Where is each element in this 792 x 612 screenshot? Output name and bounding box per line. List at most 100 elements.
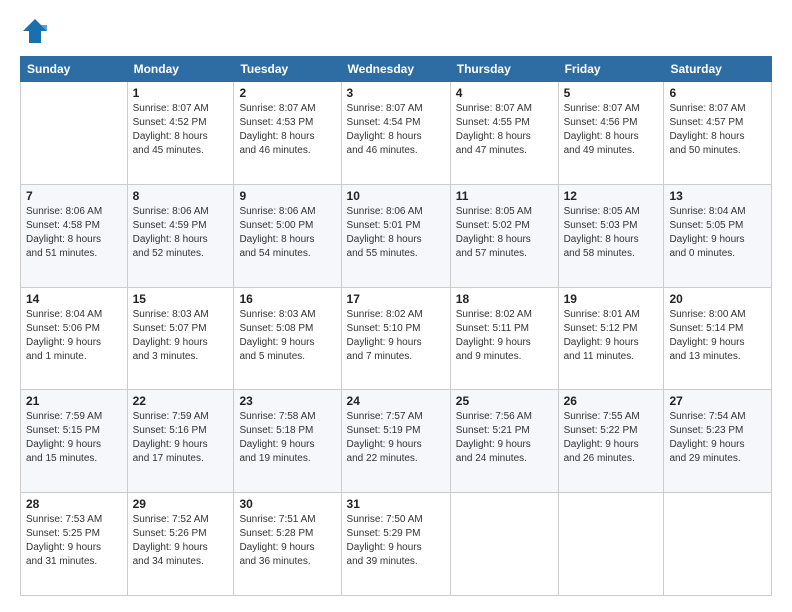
week-row-4: 21 Sunrise: 7:59 AMSunset: 5:15 PMDayligh… (21, 390, 772, 493)
day-number: 27 (669, 394, 766, 408)
day-info: Sunrise: 8:05 AMSunset: 5:03 PMDaylight:… (564, 205, 659, 261)
day-info: Sunrise: 8:06 AMSunset: 5:00 PMDaylight:… (239, 205, 335, 261)
day-info: Sunrise: 7:55 AMSunset: 5:22 PMDaylight:… (564, 410, 659, 466)
day-info: Sunrise: 8:02 AMSunset: 5:11 PMDaylight:… (456, 308, 553, 364)
day-info: Sunrise: 8:07 AMSunset: 4:54 PMDaylight:… (347, 102, 445, 158)
day-number: 7 (26, 189, 122, 203)
calendar-cell: 29Sunrise: 7:52 AMSunset: 5:26 PMDayligh… (127, 493, 234, 596)
logo-icon (20, 16, 50, 46)
day-number: 13 (669, 189, 766, 203)
calendar-cell: 3 Sunrise: 8:07 AMSunset: 4:54 PMDaylight… (341, 82, 450, 185)
calendar-cell: 30 Sunrise: 7:51 AMSunset: 5:28 PMDayligh… (234, 493, 341, 596)
day-number: 28 (26, 497, 122, 511)
day-info: Sunrise: 8:06 AMSunset: 5:01 PMDaylight:… (347, 205, 445, 261)
day-info: Sunrise: 8:07 AMSunset: 4:55 PMDaylight:… (456, 102, 553, 158)
day-number: 1 (133, 86, 229, 100)
weekday-sunday: Sunday (21, 57, 128, 82)
day-info: Sunrise: 7:50 AMSunset: 5:29 PMDaylight:… (347, 513, 445, 569)
day-number: 26 (564, 394, 659, 408)
calendar-cell (664, 493, 772, 596)
calendar-cell: 10 Sunrise: 8:06 AMSunset: 5:01 PMDayligh… (341, 184, 450, 287)
calendar-cell: 2 Sunrise: 8:07 AMSunset: 4:53 PMDaylight… (234, 82, 341, 185)
day-info: Sunrise: 7:54 AMSunset: 5:23 PMDaylight:… (669, 410, 766, 466)
day-number: 20 (669, 292, 766, 306)
day-info: Sunrise: 8:03 AMSunset: 5:08 PMDaylight:… (239, 308, 335, 364)
day-info: Sunrise: 8:07 AMSunset: 4:56 PMDaylight:… (564, 102, 659, 158)
day-info: Sunrise: 8:02 AMSunset: 5:10 PMDaylight:… (347, 308, 445, 364)
weekday-saturday: Saturday (664, 57, 772, 82)
calendar-cell: 25 Sunrise: 7:56 AMSunset: 5:21 PMDayligh… (450, 390, 558, 493)
calendar-cell: 6 Sunrise: 8:07 AMSunset: 4:57 PMDaylight… (664, 82, 772, 185)
calendar-cell: 13 Sunrise: 8:04 AMSunset: 5:05 PMDayligh… (664, 184, 772, 287)
calendar-cell: 7 Sunrise: 8:06 AMSunset: 4:58 PMDaylight… (21, 184, 128, 287)
weekday-header-row: SundayMondayTuesdayWednesdayThursdayFrid… (21, 57, 772, 82)
calendar-cell: 31 Sunrise: 7:50 AMSunset: 5:29 PMDayligh… (341, 493, 450, 596)
day-number: 25 (456, 394, 553, 408)
calendar-table: SundayMondayTuesdayWednesdayThursdayFrid… (20, 56, 772, 596)
day-number: 22 (133, 394, 229, 408)
day-info: Sunrise: 7:58 AMSunset: 5:18 PMDaylight:… (239, 410, 335, 466)
day-number: 30 (239, 497, 335, 511)
day-number: 10 (347, 189, 445, 203)
day-number: 23 (239, 394, 335, 408)
day-info: Sunrise: 8:06 AMSunset: 4:59 PMDaylight:… (133, 205, 229, 261)
day-info: Sunrise: 8:06 AMSunset: 4:58 PMDaylight:… (26, 205, 122, 261)
calendar-cell: 4Sunrise: 8:07 AMSunset: 4:55 PMDaylight… (450, 82, 558, 185)
day-info: Sunrise: 8:04 AMSunset: 5:05 PMDaylight:… (669, 205, 766, 261)
calendar-cell: 17 Sunrise: 8:02 AMSunset: 5:10 PMDayligh… (341, 287, 450, 390)
calendar-cell: 16 Sunrise: 8:03 AMSunset: 5:08 PMDayligh… (234, 287, 341, 390)
day-info: Sunrise: 8:07 AMSunset: 4:57 PMDaylight:… (669, 102, 766, 158)
page: SundayMondayTuesdayWednesdayThursdayFrid… (0, 0, 792, 612)
day-info: Sunrise: 7:57 AMSunset: 5:19 PMDaylight:… (347, 410, 445, 466)
calendar-cell (21, 82, 128, 185)
calendar-cell: 14Sunrise: 8:04 AMSunset: 5:06 PMDayligh… (21, 287, 128, 390)
week-row-3: 14Sunrise: 8:04 AMSunset: 5:06 PMDayligh… (21, 287, 772, 390)
calendar-cell: 1Sunrise: 8:07 AMSunset: 4:52 PMDaylight… (127, 82, 234, 185)
day-number: 16 (239, 292, 335, 306)
day-info: Sunrise: 8:00 AMSunset: 5:14 PMDaylight:… (669, 308, 766, 364)
calendar-cell: 22 Sunrise: 7:59 AMSunset: 5:16 PMDayligh… (127, 390, 234, 493)
day-number: 3 (347, 86, 445, 100)
logo (20, 16, 54, 46)
day-info: Sunrise: 7:51 AMSunset: 5:28 PMDaylight:… (239, 513, 335, 569)
day-number: 31 (347, 497, 445, 511)
day-info: Sunrise: 8:04 AMSunset: 5:06 PMDaylight:… (26, 308, 122, 364)
weekday-monday: Monday (127, 57, 234, 82)
calendar-cell: 11 Sunrise: 8:05 AMSunset: 5:02 PMDayligh… (450, 184, 558, 287)
day-number: 21 (26, 394, 122, 408)
weekday-thursday: Thursday (450, 57, 558, 82)
day-info: Sunrise: 7:59 AMSunset: 5:15 PMDaylight:… (26, 410, 122, 466)
day-number: 19 (564, 292, 659, 306)
calendar-cell: 24 Sunrise: 7:57 AMSunset: 5:19 PMDayligh… (341, 390, 450, 493)
day-number: 17 (347, 292, 445, 306)
calendar-cell: 27 Sunrise: 7:54 AMSunset: 5:23 PMDayligh… (664, 390, 772, 493)
calendar-cell: 28Sunrise: 7:53 AMSunset: 5:25 PMDayligh… (21, 493, 128, 596)
week-row-5: 28Sunrise: 7:53 AMSunset: 5:25 PMDayligh… (21, 493, 772, 596)
day-number: 5 (564, 86, 659, 100)
day-number: 2 (239, 86, 335, 100)
weekday-wednesday: Wednesday (341, 57, 450, 82)
day-number: 24 (347, 394, 445, 408)
day-number: 8 (133, 189, 229, 203)
weekday-friday: Friday (558, 57, 664, 82)
calendar-cell: 26 Sunrise: 7:55 AMSunset: 5:22 PMDayligh… (558, 390, 664, 493)
weekday-tuesday: Tuesday (234, 57, 341, 82)
day-info: Sunrise: 7:59 AMSunset: 5:16 PMDaylight:… (133, 410, 229, 466)
calendar-cell: 12Sunrise: 8:05 AMSunset: 5:03 PMDayligh… (558, 184, 664, 287)
header (20, 16, 772, 46)
day-number: 29 (133, 497, 229, 511)
day-number: 18 (456, 292, 553, 306)
day-info: Sunrise: 8:05 AMSunset: 5:02 PMDaylight:… (456, 205, 553, 261)
day-number: 11 (456, 189, 553, 203)
calendar-cell: 8 Sunrise: 8:06 AMSunset: 4:59 PMDaylight… (127, 184, 234, 287)
calendar-cell: 5 Sunrise: 8:07 AMSunset: 4:56 PMDaylight… (558, 82, 664, 185)
day-info: Sunrise: 8:01 AMSunset: 5:12 PMDaylight:… (564, 308, 659, 364)
calendar-cell: 18 Sunrise: 8:02 AMSunset: 5:11 PMDayligh… (450, 287, 558, 390)
day-info: Sunrise: 7:56 AMSunset: 5:21 PMDaylight:… (456, 410, 553, 466)
day-number: 6 (669, 86, 766, 100)
calendar-cell: 20 Sunrise: 8:00 AMSunset: 5:14 PMDayligh… (664, 287, 772, 390)
day-info: Sunrise: 8:07 AMSunset: 4:53 PMDaylight:… (239, 102, 335, 158)
week-row-2: 7 Sunrise: 8:06 AMSunset: 4:58 PMDaylight… (21, 184, 772, 287)
calendar-cell: 23 Sunrise: 7:58 AMSunset: 5:18 PMDayligh… (234, 390, 341, 493)
day-info: Sunrise: 8:03 AMSunset: 5:07 PMDaylight:… (133, 308, 229, 364)
